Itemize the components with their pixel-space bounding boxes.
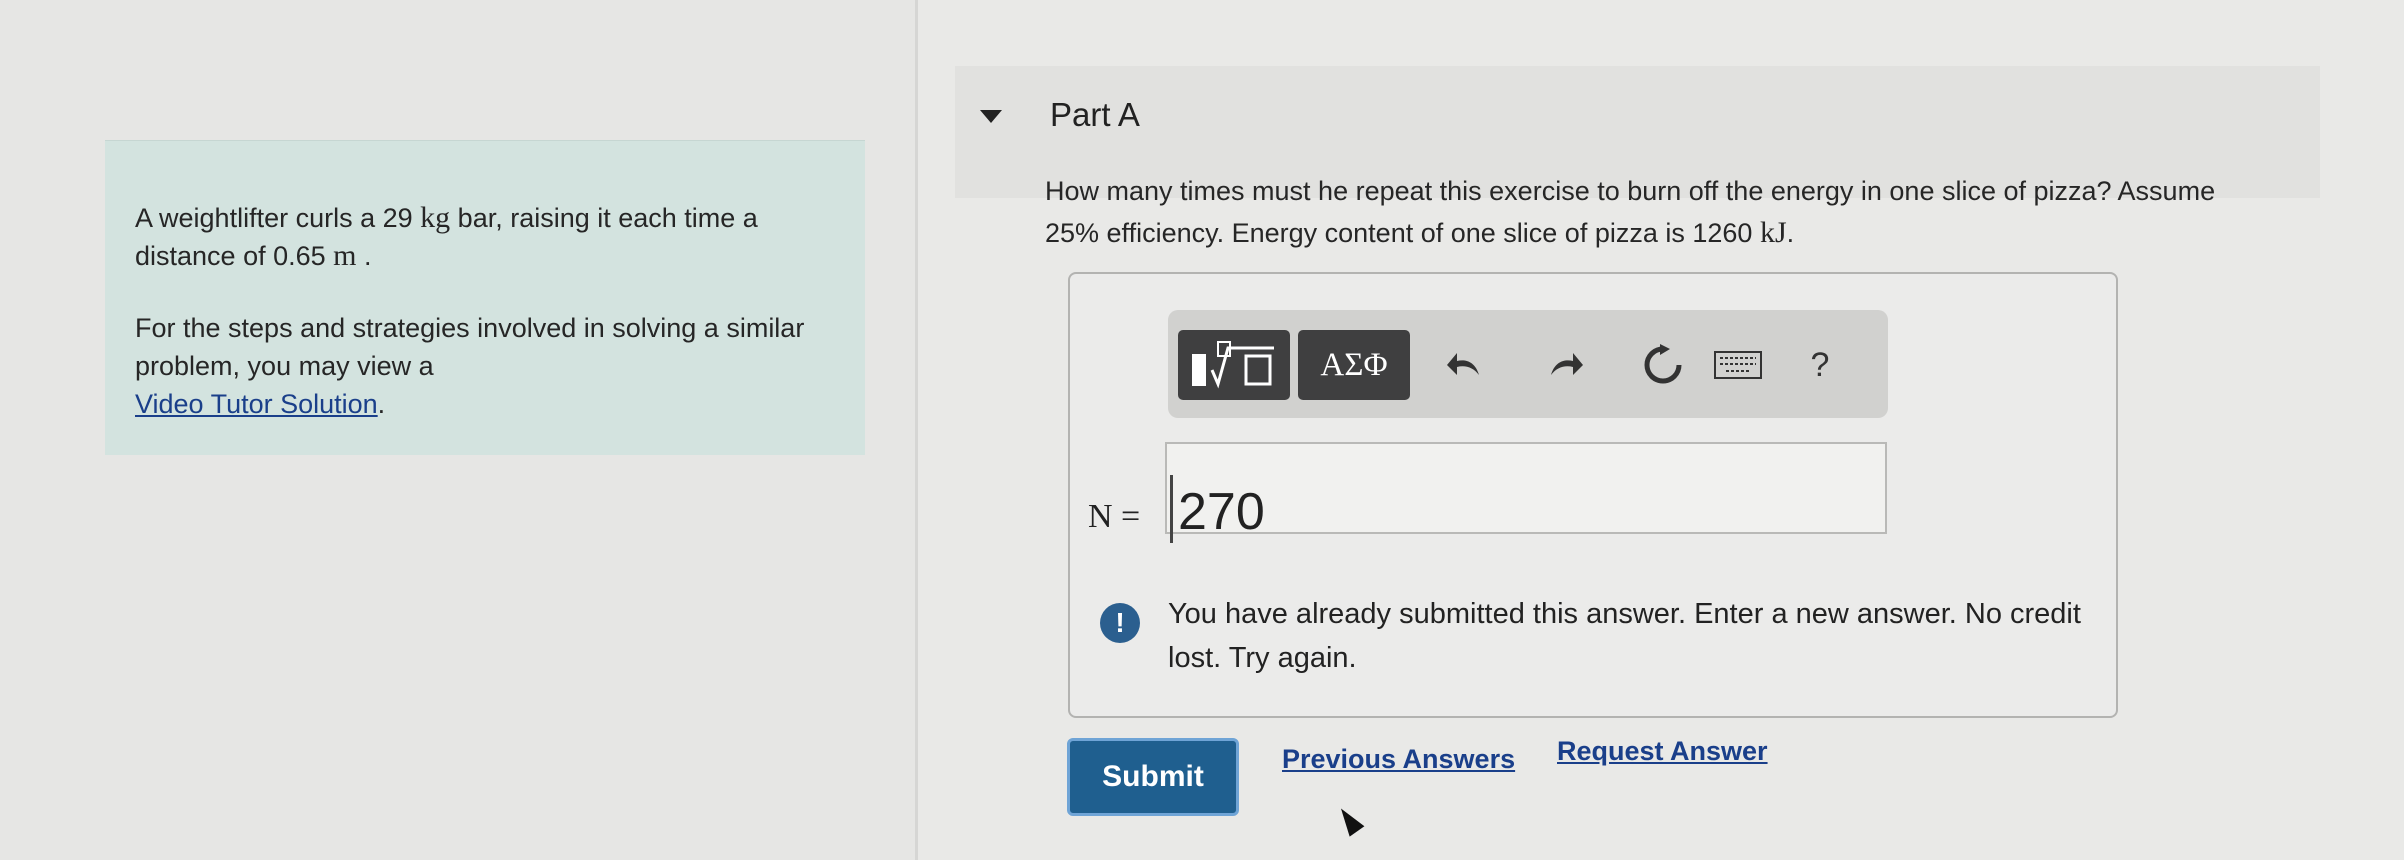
previous-answers-link[interactable]: Previous Answers [1282,744,1515,775]
keyboard-icon[interactable] [1703,340,1773,390]
symbols-button[interactable]: ΑΣΦ [1298,330,1410,400]
submit-button[interactable]: Submit [1067,738,1239,816]
feedback-message: You have already submitted this answer. … [1168,598,2081,674]
reset-icon[interactable] [1638,340,1688,390]
question-text: How many times must he repeat this exerc… [1045,176,2216,249]
collapse-caret-icon[interactable] [980,110,1002,123]
answer-input[interactable] [1165,442,1887,534]
request-answer-link[interactable]: Request Answer [1557,736,1768,767]
variable-label: N = [1088,498,1141,535]
part-title: Part A [1050,96,1140,133]
pane-divider [915,0,918,860]
text-caret [1170,475,1173,543]
answer-value[interactable]: 270 [1178,482,1265,542]
help-icon[interactable]: ? [1800,340,1840,390]
undo-icon[interactable] [1440,340,1490,390]
hint-text: For the steps and strategies involved in… [135,313,805,419]
problem-statement: A weightlifter curls a 29 kg bar, raisin… [105,140,865,455]
mouse-cursor-icon [1333,803,1365,837]
math-toolbar: ΑΣΦ ? [1168,310,1888,418]
alert-icon: ! [1100,603,1140,643]
video-tutor-link[interactable]: Video Tutor Solution [135,389,378,419]
redo-icon[interactable] [1540,340,1590,390]
templates-button[interactable] [1178,330,1290,400]
problem-text: A weightlifter curls a 29 kg bar, raisin… [135,201,758,272]
templates-icon [1192,341,1274,389]
